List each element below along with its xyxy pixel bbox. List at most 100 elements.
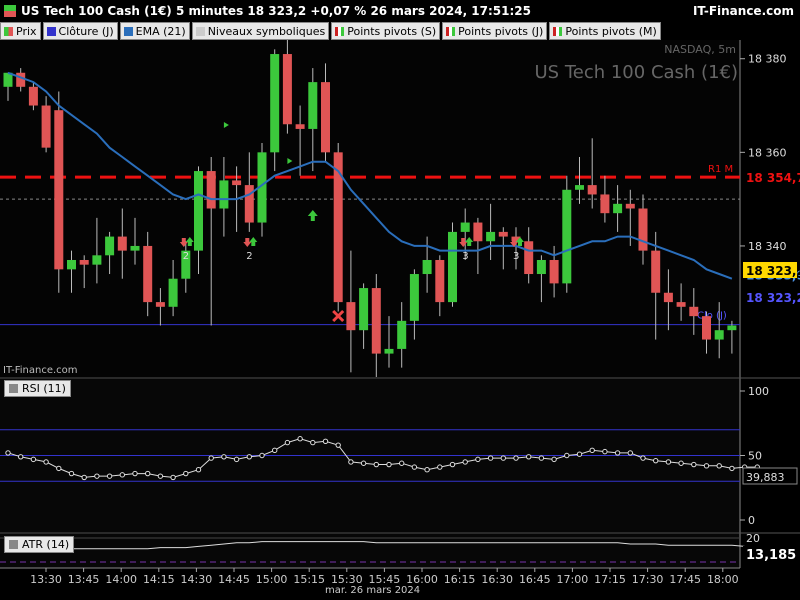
- legend-swatch-icon: [4, 26, 13, 36]
- candle-body: [244, 185, 254, 223]
- candle-body: [282, 54, 292, 125]
- rsi-point: [691, 461, 697, 468]
- candle-body: [321, 82, 330, 153]
- x-tick-label: 17:45: [669, 573, 701, 586]
- legend-item-pivots-j[interactable]: Points pivots (J): [442, 22, 548, 40]
- legend-swatch-icon: [123, 26, 133, 36]
- rsi-point: [348, 459, 354, 465]
- legend-item-pivots-s[interactable]: Points pivots (S): [331, 22, 441, 40]
- candle-body: [422, 259, 432, 275]
- rsi-point: [500, 455, 506, 461]
- candle-body: [371, 288, 381, 354]
- candle-body: [409, 274, 419, 321]
- rsi-point: [411, 464, 418, 470]
- candle-body: [67, 259, 76, 270]
- legend-item-niveaux[interactable]: Niveaux symboliques: [191, 22, 330, 40]
- candle-body: [702, 316, 711, 340]
- rsi-tick-label: 50: [748, 450, 762, 463]
- atr-panel-bg: [0, 534, 740, 568]
- rsi-point: [640, 455, 646, 461]
- candle-body: [613, 203, 623, 214]
- candle-body: [727, 325, 737, 331]
- x-tick-label: 17:00: [557, 573, 589, 586]
- x-tick-label: 18:00: [707, 573, 739, 586]
- instrument-label: US Tech 100 Cash (1€): [534, 62, 739, 83]
- rsi-point: [729, 465, 735, 472]
- y-tick-label: 18 340: [748, 240, 787, 253]
- rsi-point: [106, 473, 113, 479]
- rsi-point: [538, 455, 545, 461]
- rsi-point: [386, 461, 392, 468]
- candle-body: [92, 255, 102, 265]
- rsi-panel-label[interactable]: RSI (11): [4, 380, 71, 397]
- candle-body: [232, 180, 242, 186]
- atr-value-badge: 13,185: [746, 548, 796, 563]
- candle-body: [105, 236, 115, 256]
- x-date-label: mar. 26 mars 2024: [325, 585, 421, 596]
- rsi-point: [259, 452, 265, 459]
- rsi-point: [373, 461, 379, 468]
- x-tick-label: 13:30: [30, 573, 62, 586]
- chart-canvas: 18 380 18 360 18 340 R1 M Clo (J) 2 2 3 3 18 354,…: [0, 0, 800, 600]
- candle-body: [435, 259, 445, 303]
- rsi-point: [665, 459, 672, 465]
- candle-body: [575, 185, 584, 190]
- rsi-point: [56, 465, 62, 472]
- x-tick-label: 15:15: [293, 573, 325, 586]
- rsi-point: [195, 466, 202, 473]
- x-tick-label: 17:30: [632, 573, 664, 586]
- candle-body: [600, 194, 610, 214]
- candle-body: [638, 208, 648, 251]
- legend-swatch-icon: [335, 26, 345, 36]
- rsi-point: [157, 473, 164, 479]
- candle-body: [498, 231, 508, 237]
- r1-badge: 18 354,7: [746, 171, 800, 185]
- rsi-point: [462, 459, 468, 465]
- watermark: IT-Finance.com: [3, 365, 78, 376]
- clo-badge: 18 323,2: [746, 291, 800, 305]
- marker-count: 2: [183, 251, 189, 262]
- rsi-point: [653, 457, 659, 464]
- legend-item-ema[interactable]: EMA (21): [119, 22, 190, 40]
- legend-item-prix[interactable]: Prix: [0, 22, 41, 40]
- rsi-point: [119, 472, 126, 478]
- marker-count: 3: [462, 251, 468, 262]
- candle-body: [168, 278, 178, 307]
- rsi-point: [526, 454, 532, 460]
- candle-body: [486, 231, 496, 242]
- rsi-point: [399, 460, 405, 466]
- candle-body: [130, 245, 140, 251]
- rsi-point: [284, 439, 291, 446]
- rsi-point: [43, 459, 49, 465]
- rsi-point: [272, 447, 278, 454]
- candle-body: [54, 110, 64, 270]
- panel-swatch-icon: [9, 384, 18, 393]
- candle-body: [41, 105, 51, 148]
- rsi-point: [297, 436, 303, 442]
- rsi-point: [703, 463, 710, 469]
- rsi-point: [322, 438, 329, 445]
- candle-body: [28, 86, 38, 106]
- candle-body: [549, 259, 559, 284]
- candle-body: [346, 302, 356, 331]
- atr-panel-label[interactable]: ATR (14): [4, 536, 75, 553]
- marker-count: 3: [513, 251, 519, 262]
- legend-swatch-icon: [446, 26, 456, 36]
- candle-body: [587, 185, 597, 195]
- rsi-point: [437, 464, 443, 470]
- candle-body: [295, 124, 305, 129]
- candle-body: [194, 171, 203, 251]
- candle-body: [562, 189, 572, 284]
- rsi-point: [183, 470, 189, 477]
- candle-body: [448, 231, 457, 303]
- rsi-point: [513, 455, 519, 461]
- x-tick-label: 16:30: [481, 573, 513, 586]
- candle: [448, 222, 457, 307]
- legend-item-pivots-m[interactable]: Points pivots (M): [549, 22, 661, 40]
- legend-swatch-icon: [195, 26, 205, 36]
- legend-item-cloture[interactable]: Clôture (J): [42, 22, 118, 40]
- rsi-point: [627, 450, 633, 456]
- candle-body: [143, 245, 153, 303]
- candle-body: [117, 236, 127, 251]
- rsi-point: [30, 456, 37, 463]
